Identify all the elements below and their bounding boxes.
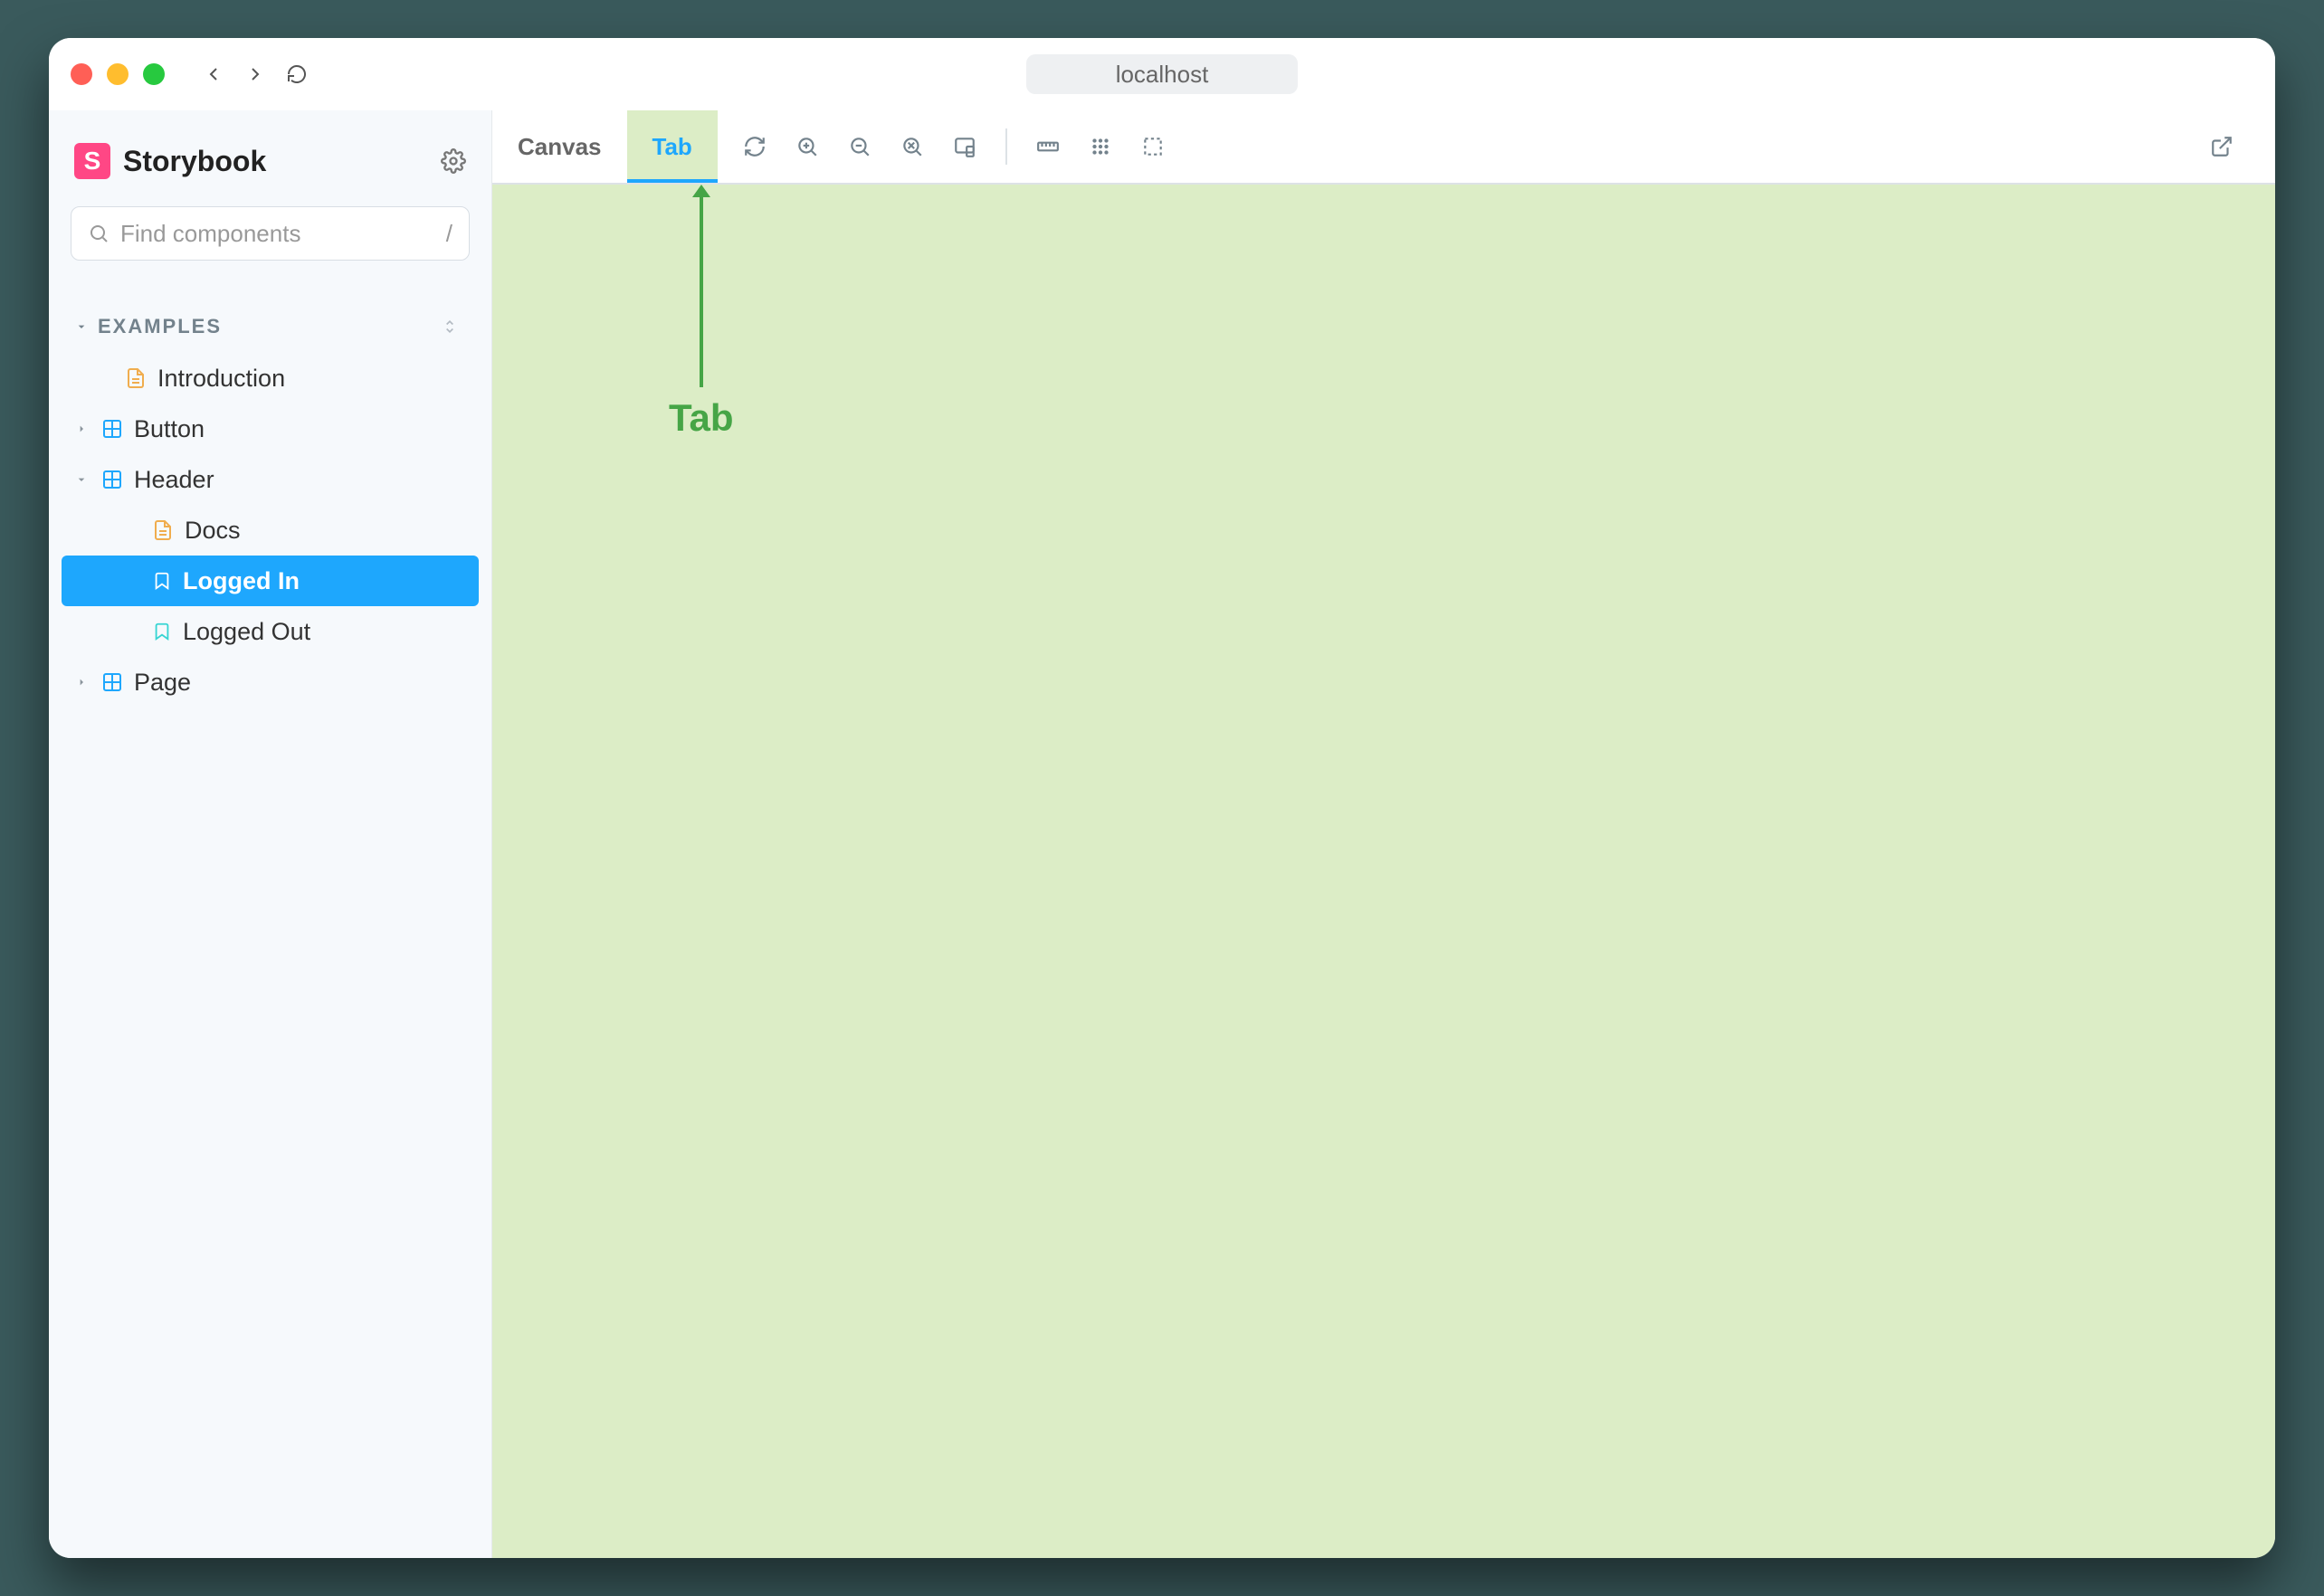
external-link-icon: [2210, 135, 2234, 158]
chevron-down-icon: [74, 472, 90, 487]
tree-item-docs[interactable]: Docs: [62, 505, 479, 556]
sidebar: S Storybook Find components /: [49, 110, 492, 1558]
sync-icon: [743, 135, 767, 158]
component-icon: [101, 671, 123, 693]
tree-item-label: Introduction: [157, 365, 285, 393]
collapse-expand-button[interactable]: [441, 318, 459, 336]
tree-item-logged-in[interactable]: Logged In: [62, 556, 479, 606]
section-label: EXAMPLES: [98, 315, 222, 338]
browser-titlebar: localhost: [49, 38, 2275, 110]
preview-toolbar: Canvas Tab: [492, 110, 2275, 185]
chevron-right-icon: [74, 675, 90, 689]
zoom-out-button[interactable]: [839, 126, 881, 167]
tree-item-label: Button: [134, 415, 205, 443]
settings-button[interactable]: [441, 148, 466, 174]
search-icon: [88, 223, 110, 244]
annotation-label: Tab: [669, 396, 734, 440]
tree-item-label: Header: [134, 466, 214, 494]
tree-item-label: Docs: [185, 517, 241, 545]
tree-item-page[interactable]: Page: [62, 657, 479, 708]
grid-icon: [1089, 135, 1112, 158]
component-icon: [101, 469, 123, 490]
bookmark-icon: [152, 571, 172, 591]
outline-icon: [1141, 135, 1165, 158]
brand-name: Storybook: [123, 145, 266, 178]
separator: [1005, 128, 1007, 165]
search-placeholder: Find components: [120, 220, 300, 248]
document-icon: [125, 367, 147, 389]
bookmark-icon: [152, 622, 172, 641]
chevron-down-icon: [74, 319, 89, 334]
tab-label: Canvas: [518, 133, 602, 161]
tree-item-label: Logged Out: [183, 618, 310, 646]
remount-button[interactable]: [734, 126, 776, 167]
storybook-logo-icon: S: [74, 143, 110, 179]
main-panel: Canvas Tab: [492, 110, 2275, 1558]
browser-window: localhost S Storybook Find components: [49, 38, 2275, 1558]
zoom-in-icon: [795, 135, 819, 158]
zoom-in-button[interactable]: [786, 126, 828, 167]
tab-tab[interactable]: Tab: [627, 110, 718, 183]
window-controls: [71, 63, 165, 85]
arrow-up-icon: [692, 185, 710, 197]
tab-canvas[interactable]: Canvas: [492, 110, 627, 183]
tree-item-header[interactable]: Header: [62, 454, 479, 505]
outline-button[interactable]: [1132, 126, 1174, 167]
document-icon: [152, 519, 174, 541]
tab-label: Tab: [652, 133, 692, 161]
zoom-out-icon: [848, 135, 872, 158]
tree-item-logged-out[interactable]: Logged Out: [62, 606, 479, 657]
search-input[interactable]: Find components /: [71, 206, 470, 261]
zoom-reset-icon: [900, 135, 924, 158]
open-in-new-tab-button[interactable]: [2201, 126, 2243, 167]
annotation-callout: Tab: [669, 185, 734, 440]
maximize-window-button[interactable]: [143, 63, 165, 85]
address-bar[interactable]: localhost: [1026, 54, 1298, 94]
ruler-icon: [1036, 135, 1060, 158]
grid-button[interactable]: [1080, 126, 1121, 167]
measure-button[interactable]: [1027, 126, 1069, 167]
brand[interactable]: S Storybook: [74, 143, 266, 179]
reload-button[interactable]: [284, 62, 310, 87]
component-icon: [101, 418, 123, 440]
tree-item-button[interactable]: Button: [62, 404, 479, 454]
viewport-icon: [953, 135, 976, 158]
search-shortcut: /: [446, 220, 452, 248]
preview-canvas: Tab: [492, 185, 2275, 1558]
viewport-button[interactable]: [944, 126, 986, 167]
forward-button[interactable]: [243, 62, 268, 87]
close-window-button[interactable]: [71, 63, 92, 85]
tree-item-label: Logged In: [183, 567, 300, 595]
tree-item-introduction[interactable]: Introduction: [62, 353, 479, 404]
explorer-tree: Introduction Button Header: [49, 353, 491, 708]
back-button[interactable]: [201, 62, 226, 87]
address-text: localhost: [1116, 61, 1209, 89]
zoom-reset-button[interactable]: [891, 126, 933, 167]
tree-item-label: Page: [134, 669, 191, 697]
chevron-right-icon: [74, 422, 90, 436]
minimize-window-button[interactable]: [107, 63, 129, 85]
